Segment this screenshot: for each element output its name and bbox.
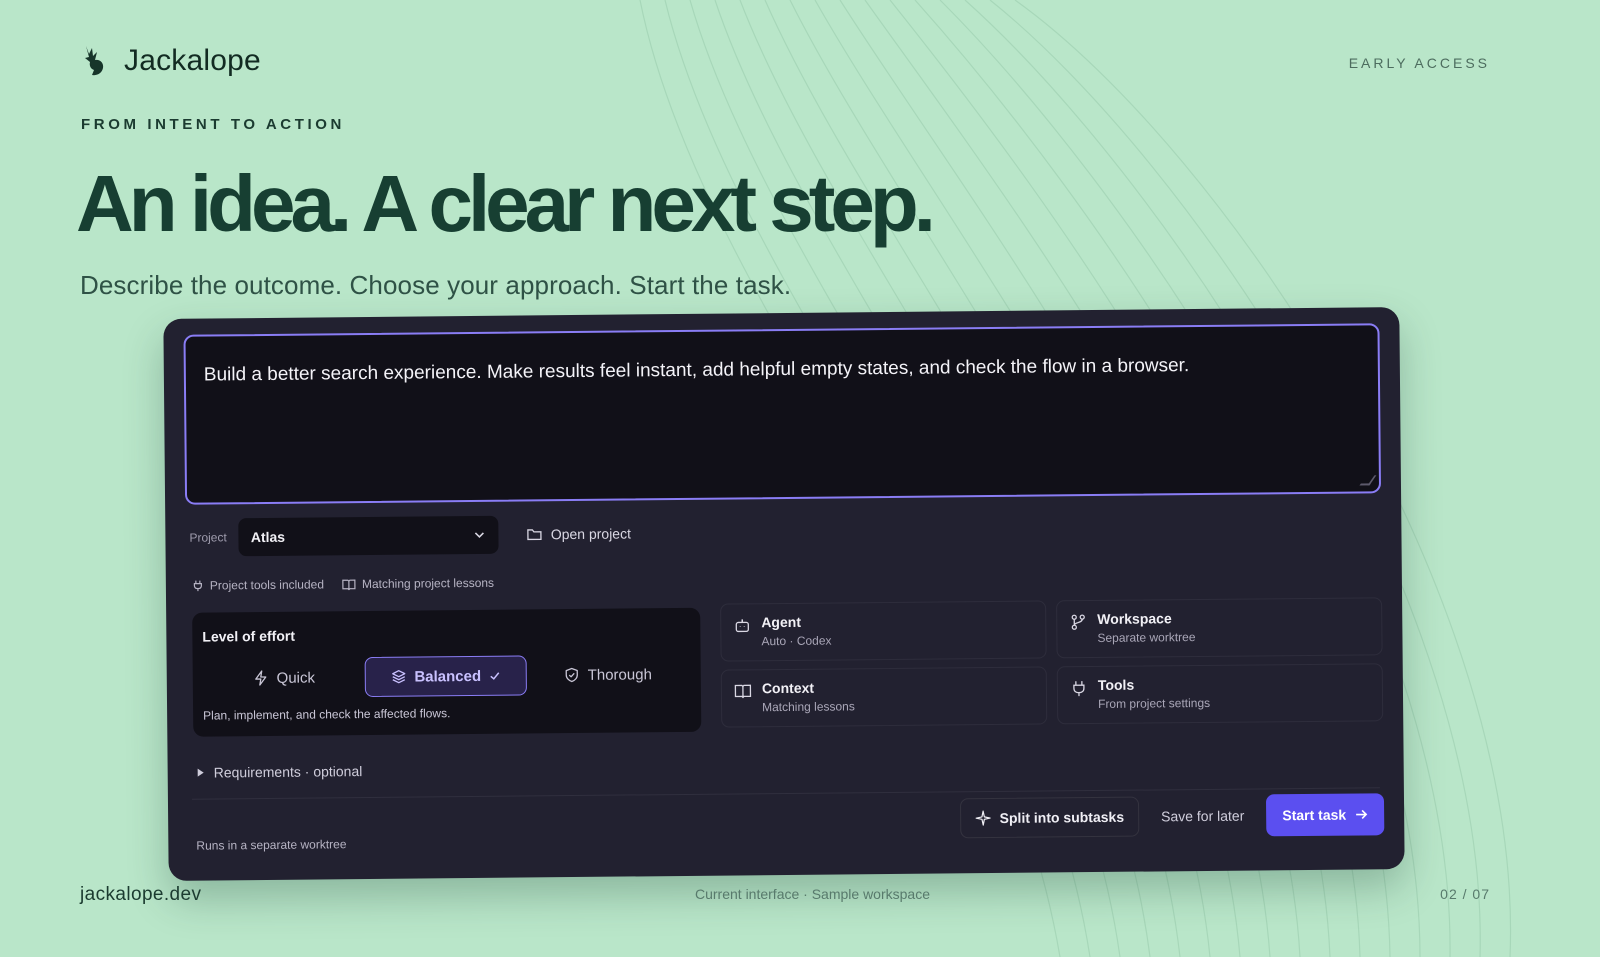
prompt-text: Build a better search experience. Make r… — [203, 355, 1190, 386]
card-agent-subtitle: Auto · Codex — [761, 633, 832, 649]
arrow-right-icon — [1354, 807, 1368, 821]
page-counter: 02 / 07 — [1440, 886, 1490, 902]
plug-icon — [1070, 679, 1088, 697]
effort-title: Level of effort — [202, 627, 296, 645]
split-label: Split into subtasks — [999, 808, 1125, 826]
composer-panel-wrapper: Build a better search experience. Make r… — [163, 307, 1405, 881]
bolt-icon — [253, 670, 269, 686]
subline: Describe the outcome. Choose your approa… — [80, 270, 792, 300]
project-select-value: Atlas — [250, 528, 286, 546]
layers-icon — [390, 669, 406, 685]
meta-tools: Project tools included — [192, 577, 325, 593]
branch-icon — [1069, 613, 1087, 631]
folder-icon — [527, 526, 543, 542]
project-row: Project Atlas Open project — [189, 514, 631, 557]
effort-option-thorough[interactable]: Thorough — [527, 654, 689, 696]
effort-description: Plan, implement, and check the affected … — [203, 706, 451, 723]
card-context-title: Context — [761, 679, 815, 697]
book-icon — [342, 578, 356, 591]
shield-check-icon — [564, 667, 580, 683]
card-workspace[interactable]: Workspace Separate worktree — [1056, 597, 1383, 659]
open-project-button[interactable]: Open project — [527, 525, 631, 542]
start-task-label: Start task — [1282, 806, 1347, 824]
effort-option-quick-label: Quick — [276, 669, 316, 687]
jackalope-logo-icon — [80, 44, 110, 78]
card-tools-title: Tools — [1097, 676, 1135, 693]
effort-option-thorough-label: Thorough — [587, 665, 652, 684]
effort-option-balanced-label: Balanced — [414, 667, 482, 686]
meta-row: Project tools included Matching project … — [192, 576, 494, 593]
settings-cards: Agent Auto · Codex Workspace Separate wo… — [720, 597, 1384, 728]
requirements-label: Requirements · optional — [213, 763, 363, 781]
effort-selector: Level of effort Quick Balanced Thorough … — [192, 607, 702, 737]
effort-options: Quick Balanced Thorough — [203, 654, 691, 699]
site-link[interactable]: jackalope.dev — [80, 884, 201, 906]
project-label: Project — [189, 530, 227, 545]
card-context[interactable]: Context Matching lessons — [720, 666, 1048, 728]
action-bar: Split into subtasks Save for later Start… — [960, 793, 1385, 839]
start-task-button[interactable]: Start task — [1266, 793, 1385, 837]
caret-right-icon — [196, 768, 206, 778]
plug-icon — [192, 580, 204, 592]
meta-lessons: Matching project lessons — [342, 576, 494, 591]
meta-tools-label: Project tools included — [209, 577, 325, 593]
card-workspace-subtitle: Separate worktree — [1097, 630, 1196, 645]
card-agent[interactable]: Agent Auto · Codex — [720, 600, 1047, 662]
early-access-badge[interactable]: EARLY ACCESS — [1349, 55, 1490, 71]
card-context-subtitle: Matching lessons — [762, 699, 855, 715]
open-project-label: Open project — [550, 525, 632, 543]
card-tools[interactable]: Tools From project settings — [1056, 663, 1384, 725]
split-into-subtasks-button[interactable]: Split into subtasks — [960, 796, 1140, 839]
effort-option-quick[interactable]: Quick — [203, 657, 365, 699]
card-tools-subtitle: From project settings — [1098, 695, 1211, 711]
card-workspace-title: Workspace — [1097, 610, 1172, 627]
prompt-input[interactable]: Build a better search experience. Make r… — [183, 323, 1382, 505]
meta-lessons-label: Matching project lessons — [361, 575, 495, 592]
check-icon — [489, 670, 501, 682]
runs-note: Runs in a separate worktree — [196, 837, 347, 853]
robot-icon — [733, 616, 751, 634]
effort-option-balanced[interactable]: Balanced — [364, 655, 527, 698]
save-for-later-button[interactable]: Save for later — [1153, 796, 1253, 837]
composer-panel: Build a better search experience. Make r… — [163, 307, 1405, 881]
resize-handle-icon[interactable] — [1359, 475, 1377, 486]
sparkle-icon — [976, 810, 992, 826]
headline: An idea. A clear next step. — [76, 159, 936, 248]
footer-caption: Current interface · Sample workspace — [695, 886, 930, 902]
chevron-down-icon — [473, 528, 487, 542]
book-icon — [734, 682, 752, 700]
card-agent-title: Agent — [761, 613, 802, 631]
brand[interactable]: Jackalope — [80, 44, 261, 78]
project-select[interactable]: Atlas — [238, 515, 499, 557]
requirements-toggle[interactable]: Requirements · optional — [196, 763, 363, 781]
eyebrow: FROM INTENT TO ACTION — [81, 116, 345, 133]
brand-name: Jackalope — [124, 44, 261, 77]
